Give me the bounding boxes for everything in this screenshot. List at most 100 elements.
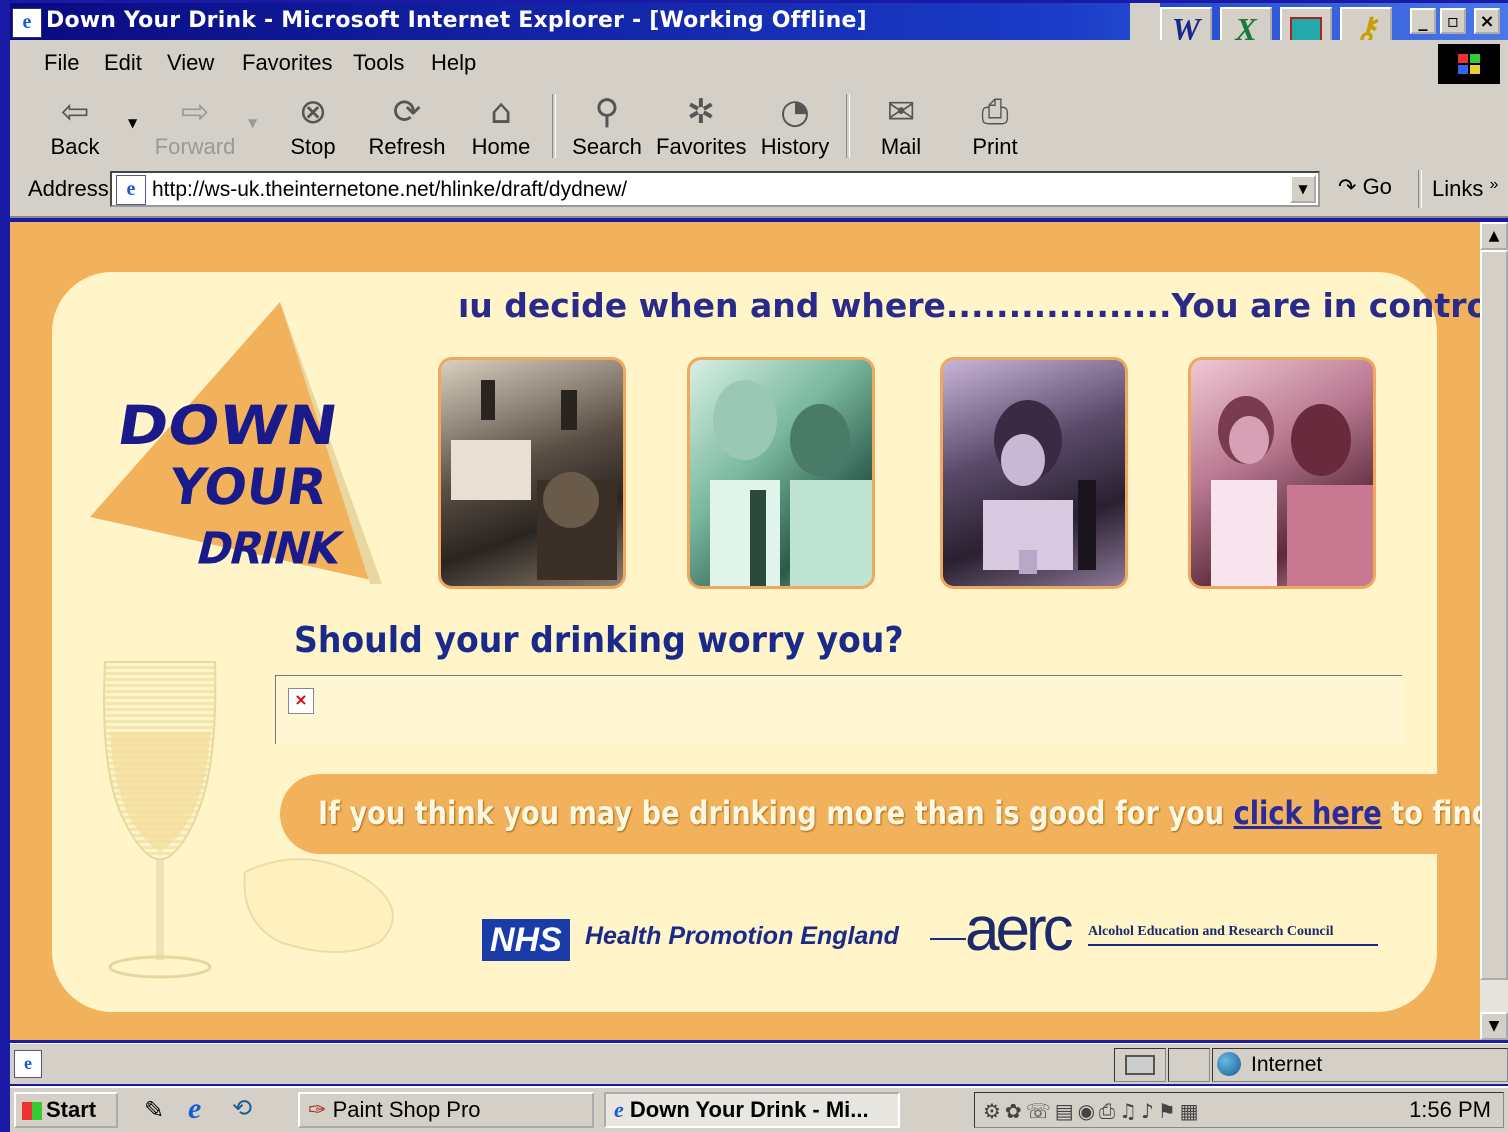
photo-woman-drinking-alone (940, 357, 1128, 589)
task-paint-shop-pro[interactable]: ✑ Paint Shop Pro (298, 1092, 594, 1128)
menu-view[interactable]: View (167, 50, 214, 76)
links-button[interactable]: Links » (1432, 176, 1498, 202)
tagline: ıu decide when and where................… (458, 286, 1480, 325)
status-bar: e Internet (10, 1043, 1508, 1084)
show-desktop-icon[interactable]: ✎ (144, 1096, 164, 1124)
taskbar: Start ✎ e ⟲ ✑ Paint Shop Pro e Down Your… (10, 1086, 1508, 1132)
back-button[interactable]: ⇦ Back (30, 92, 120, 160)
menu-edit[interactable]: Edit (104, 50, 142, 76)
chevron-right-icon: » (1489, 176, 1499, 193)
task-label: Down Your Drink - Mi... (629, 1097, 869, 1122)
printer-icon: ⎙ (981, 92, 1009, 132)
photo-arguing-couple (687, 357, 875, 589)
forward-arrow-icon: ⇨ (180, 92, 210, 132)
broken-image-icon: × (288, 688, 314, 714)
logo-word-drink: DRINK (191, 522, 345, 575)
maximize-button[interactable]: ▫ (1440, 8, 1466, 34)
go-button[interactable]: ↷ Go (1338, 174, 1392, 200)
page-icon: e (116, 175, 146, 205)
scroll-thumb[interactable] (1480, 250, 1508, 980)
windows-flag-icon (22, 1102, 42, 1121)
links-label: Links (1432, 176, 1484, 201)
go-arrow-icon: ↷ (1338, 174, 1357, 199)
quicklaunch-grip (1130, 3, 1160, 40)
task-label: Paint Shop Pro (332, 1097, 481, 1122)
address-input[interactable]: e http://ws-uk.theinternetone.net/hlinke… (110, 171, 1320, 207)
ie-quicklaunch-icon[interactable]: e (188, 1092, 201, 1126)
aerc-full-name: Alcohol Education and Research Council (1088, 924, 1378, 946)
paint-brush-icon: ✑ (308, 1097, 327, 1122)
scroll-up-button[interactable]: ▲ (1480, 222, 1508, 250)
photo-couple-at-bar (1188, 357, 1376, 589)
page-status-icon: e (14, 1050, 42, 1078)
mail-button[interactable]: ✉ Mail (856, 92, 946, 160)
minimize-button[interactable]: _ (1410, 8, 1436, 34)
favorites-button[interactable]: ✲ Favorites (656, 92, 746, 160)
menu-favorites[interactable]: Favorites (242, 50, 332, 76)
menu-file[interactable]: File (44, 50, 79, 76)
print-button[interactable]: ⎙ Print (950, 92, 1040, 160)
logo-word-down: DOWN (113, 394, 342, 457)
address-label: Address (28, 176, 109, 201)
close-button[interactable]: × (1474, 8, 1500, 34)
address-dropdown-button[interactable]: ▼ (1290, 175, 1316, 203)
menu-tools[interactable]: Tools (353, 50, 404, 76)
offline-computer-icon (1114, 1048, 1166, 1082)
tray-icons[interactable]: ⚙✿☏▤◉⎙♫♪⚑▦ (983, 1099, 1203, 1123)
banner-text: If you think you may be drinking more th… (318, 794, 1480, 832)
forward-button[interactable]: ⇨ Forward (150, 92, 240, 160)
title-bar[interactable]: e Down Your Drink - Microsoft Internet E… (10, 3, 1508, 51)
health-promotion-england-label: Health Promotion England (585, 922, 899, 950)
menu-help[interactable]: Help (431, 50, 476, 76)
toolbar-separator (846, 94, 850, 158)
windows-logo-icon (1438, 44, 1500, 84)
back-arrow-icon: ⇦ (60, 92, 90, 132)
start-button[interactable]: Start (14, 1092, 118, 1128)
favorites-folder-icon: ✲ (686, 92, 716, 132)
system-tray: ⚙✿☏▤◉⎙♫♪⚑▦ 1:56 PM (974, 1092, 1504, 1128)
mail-icon: ✉ (886, 92, 916, 132)
task-down-your-drink[interactable]: e Down Your Drink - Mi... (604, 1092, 900, 1128)
go-label: Go (1362, 174, 1392, 199)
back-dropdown-icon[interactable]: ▼ (128, 116, 137, 130)
logo-word-your: YOUR (165, 458, 331, 516)
stop-icon: ⊗ (298, 92, 328, 132)
clock[interactable]: 1:56 PM (1409, 1097, 1491, 1123)
refresh-button[interactable]: ⟳ Refresh (362, 92, 452, 160)
nhs-logo: NHS (482, 919, 570, 961)
web-page: DOWN YOUR DRINK ıu decide when and where… (10, 222, 1480, 1040)
home-button[interactable]: ⌂ Home (456, 92, 546, 160)
history-button[interactable]: ◔ History (750, 92, 840, 160)
banner-text-before: If you think you may be drinking more th… (318, 794, 1234, 832)
call-to-action-banner: If you think you may be drinking more th… (280, 774, 1480, 854)
search-button[interactable]: ⚲ Search (562, 92, 652, 160)
stop-button[interactable]: ⊗ Stop (268, 92, 358, 160)
address-separator (1418, 170, 1422, 208)
channels-icon[interactable]: ⟲ (232, 1094, 252, 1122)
aerc-logo: aerc (965, 895, 1074, 964)
standard-toolbar: ⇦ Back ▼ ⇨ Forward ▼ ⊗ Stop ⟳ Refresh ⌂ Home … (10, 86, 1508, 167)
ie-task-icon: e (614, 1097, 624, 1122)
ie-icon: e (12, 8, 42, 38)
click-here-link[interactable]: click here (1234, 794, 1382, 832)
zone-label: Internet (1251, 1053, 1323, 1076)
address-bar: Address e http://ws-uk.theinternetone.ne… (10, 166, 1508, 218)
toolbar-separator (552, 94, 556, 158)
aerc-rule-left (930, 938, 966, 940)
home-icon: ⌂ (490, 92, 512, 132)
menu-bar: File Edit View Favorites Tools Help (10, 40, 1508, 87)
banner-text-after: to find out (1391, 794, 1480, 832)
vertical-scrollbar[interactable]: ▲ ▼ (1480, 222, 1508, 1040)
start-label: Start (46, 1097, 97, 1122)
address-url: http://ws-uk.theinternetone.net/hlinke/d… (152, 178, 628, 201)
scroll-down-button[interactable]: ▼ (1480, 1012, 1508, 1040)
globe-icon (1217, 1052, 1241, 1076)
status-pane (1168, 1048, 1210, 1082)
forward-dropdown-icon[interactable]: ▼ (248, 116, 257, 130)
question-frame: × (275, 675, 1402, 744)
search-icon: ⚲ (594, 92, 620, 132)
refresh-icon: ⟳ (392, 92, 422, 132)
window-title: Down Your Drink - Microsoft Internet Exp… (46, 8, 867, 33)
security-zone: Internet (1212, 1048, 1508, 1082)
question-heading: Should your drinking worry you? (294, 620, 904, 661)
